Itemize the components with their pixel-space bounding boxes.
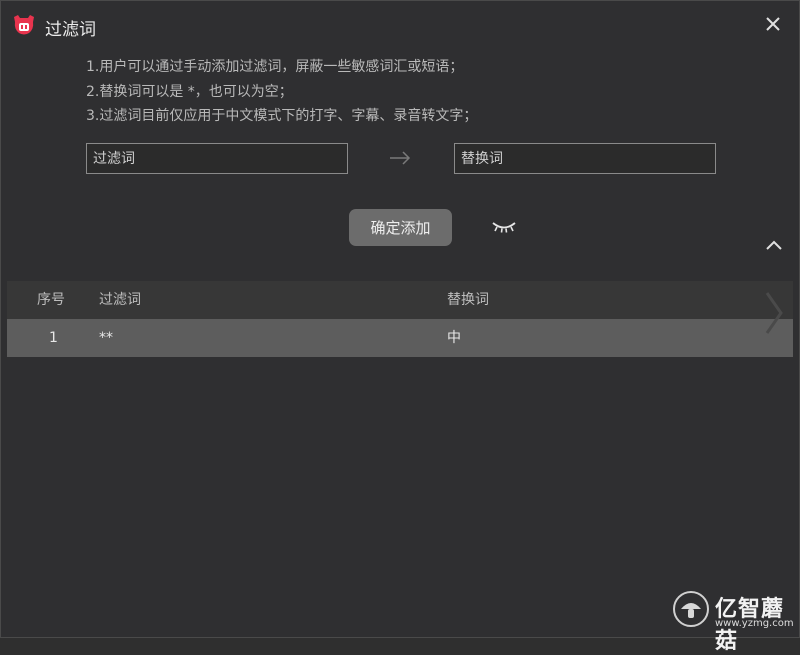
instruction-line: 3.过滤词目前仅应用于中文模式下的打字、字幕、录音转文字； [86,108,478,124]
instruction-line: 2.替换词可以是 *，也可以为空； [86,83,293,100]
header-filter-word: 过滤词 [99,292,141,308]
mushroom-logo-icon [673,591,709,627]
row-filter-word: ** [99,330,113,346]
replace-word-input[interactable] [454,143,716,174]
window-title: 过滤词 [45,20,96,40]
table-header: 序号 过滤词 替换词 [7,281,793,319]
header-replace-word: 替换词 [447,292,489,308]
confirm-add-button[interactable]: 确定添加 [349,209,452,246]
watermark: 亿智蘑菇 www.yzmg.com [673,591,794,654]
title-bar: 过滤词 [1,1,799,49]
instructions: 1.用户可以通过手动添加过滤词，屏蔽一些敏感词汇或短语； 2.替换词可以是 *，… [86,55,477,129]
chevron-up-icon[interactable] [765,238,783,252]
app-logo-icon [14,15,34,35]
eye-closed-icon[interactable] [491,219,517,235]
header-index: 序号 [37,292,65,308]
watermark-url: www.yzmg.com [715,618,794,629]
arrow-right-icon [390,151,411,165]
instruction-line: 1.用户可以通过手动添加过滤词，屏蔽一些敏感词汇或短语； [86,59,464,75]
close-icon[interactable] [763,14,783,34]
chevron-right-icon[interactable] [763,289,785,337]
filter-word-input[interactable] [86,143,348,174]
table-row[interactable]: 1 ** 中 [7,319,793,357]
row-replace-word: 中 [447,330,461,346]
filter-words-dialog: 过滤词 1.用户可以通过手动添加过滤词，屏蔽一些敏感词汇或短语； 2.替换词可以… [0,0,800,654]
row-index: 1 [49,330,58,346]
